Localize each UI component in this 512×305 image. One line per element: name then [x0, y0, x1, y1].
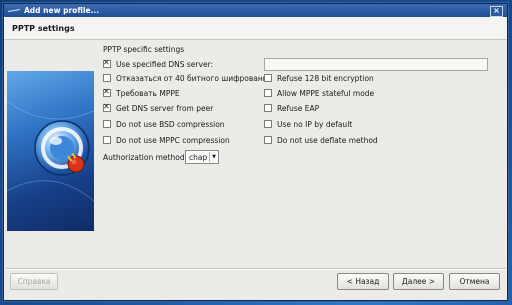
use-dns-checkbox[interactable]: Use specified DNS server:: [103, 58, 214, 69]
button-separator: [6, 268, 506, 270]
auth-method-label: Authorization method:: [103, 153, 188, 162]
checkbox-refuse-128bit[interactable]: [264, 74, 272, 82]
option-dns-from-peer[interactable]: Get DNS server from peer: [103, 102, 214, 113]
settings-group-title: PPTP specific settings: [103, 45, 185, 54]
option-no-mppc[interactable]: Do not use MPPC compression: [103, 135, 230, 145]
page-header: PPTP settings: [4, 17, 507, 40]
window-title: Add new profile...: [24, 6, 100, 15]
checkbox-no-bsd[interactable]: [103, 120, 111, 128]
chevron-down-icon[interactable]: ▼: [209, 152, 218, 162]
cancel-button[interactable]: Отмена: [449, 273, 500, 290]
page-title: PPTP settings: [12, 24, 75, 33]
checkbox-mppe-stateful[interactable]: [264, 89, 272, 97]
option-label: Get DNS server from peer: [116, 103, 214, 113]
close-button[interactable]: ×: [490, 6, 503, 17]
checkbox-no-ip-default[interactable]: [264, 120, 272, 128]
option-require-mppe[interactable]: Требовать MPPE: [103, 87, 180, 98]
option-label: Требовать MPPE: [116, 88, 180, 98]
option-mppe-stateful[interactable]: Allow MPPE stateful mode: [264, 88, 374, 98]
use-dns-label: Use specified DNS server:: [116, 59, 214, 69]
auth-method-select[interactable]: chap ▼: [185, 150, 219, 164]
title-bar[interactable]: Add new profile... ×: [4, 4, 507, 17]
option-no-deflate[interactable]: Do not use deflate method: [264, 135, 378, 145]
option-label: Allow MPPE stateful mode: [277, 88, 375, 98]
option-no-ip-default[interactable]: Use no IP by default: [264, 119, 352, 129]
checkbox-refuse-eap[interactable]: [264, 104, 272, 112]
next-button[interactable]: Далее >: [393, 273, 444, 290]
checkbox-no-deflate[interactable]: [264, 136, 272, 144]
option-label: Do not use MPPC compression: [116, 135, 230, 145]
option-label: Do not use BSD compression: [116, 119, 225, 129]
wizard-side-image: [7, 71, 94, 231]
checkbox-dns-from-peer[interactable]: [103, 102, 111, 112]
help-button[interactable]: Справка: [10, 273, 58, 290]
option-refuse-128bit[interactable]: Refuse 128 bit encryption: [264, 73, 374, 83]
auth-method-value: chap: [189, 152, 208, 162]
checkbox-use-dns[interactable]: [103, 58, 111, 68]
checkbox-require-mppe[interactable]: [103, 87, 111, 97]
option-refuse-40bit[interactable]: Отказаться от 40 битного шифрования: [103, 73, 272, 83]
dns-server-input[interactable]: [264, 58, 488, 71]
option-refuse-eap[interactable]: Refuse EAP: [264, 103, 319, 113]
option-label: Use no IP by default: [277, 119, 353, 129]
option-label: Отказаться от 40 битного шифрования: [116, 73, 273, 83]
option-label: Do not use deflate method: [277, 135, 378, 145]
option-label: Refuse EAP: [277, 103, 320, 113]
option-label: Refuse 128 bit encryption: [277, 73, 374, 83]
back-button[interactable]: < Назад: [337, 273, 389, 290]
network-globe-icon: [7, 100, 94, 202]
checkbox-refuse-40bit[interactable]: [103, 74, 111, 82]
option-no-bsd[interactable]: Do not use BSD compression: [103, 119, 225, 129]
checkbox-no-mppc[interactable]: [103, 136, 111, 144]
window-menu-icon[interactable]: [8, 6, 22, 15]
